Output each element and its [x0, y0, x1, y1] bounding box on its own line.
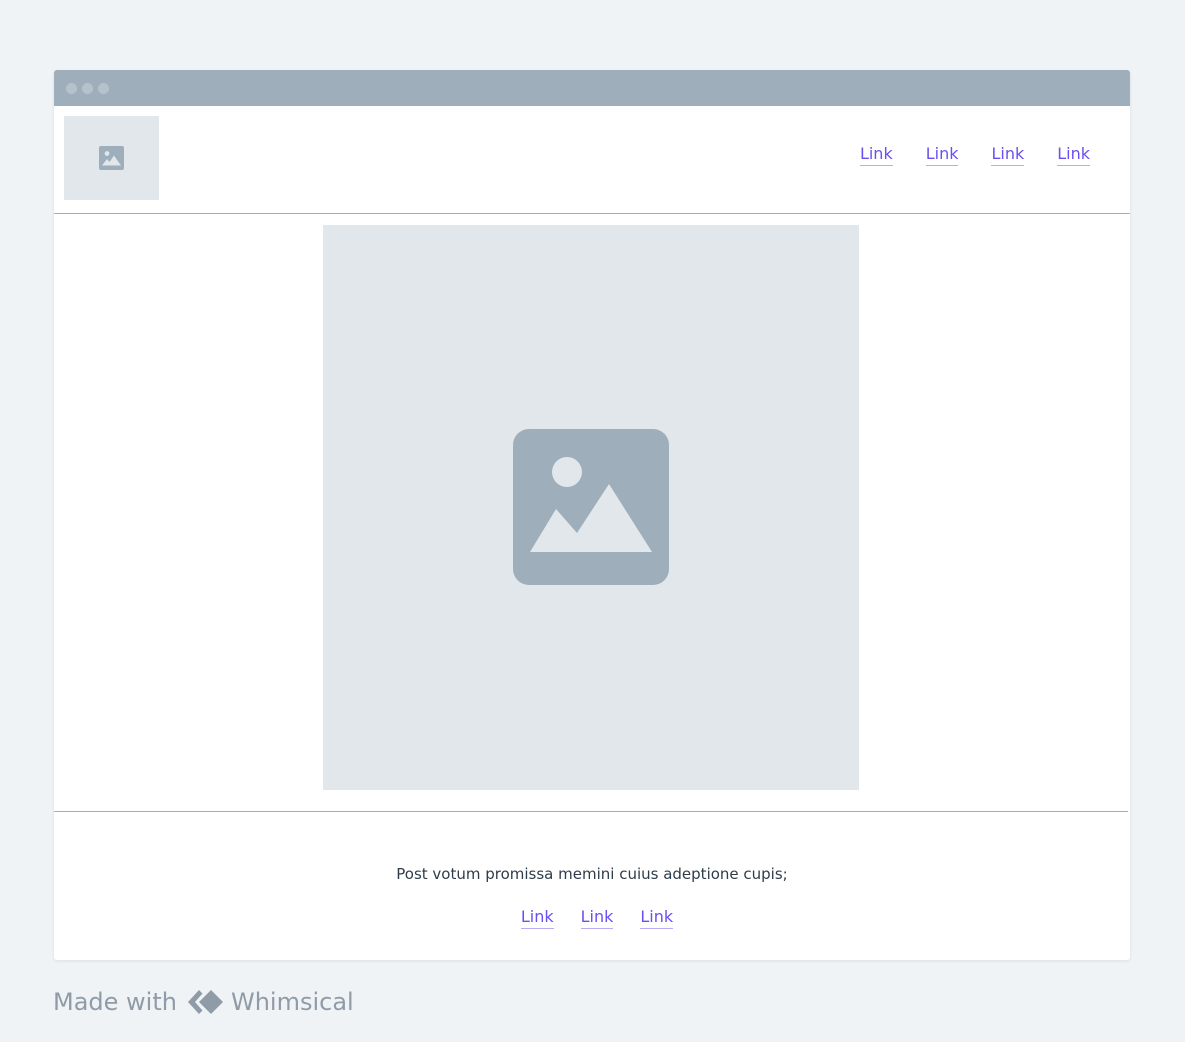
- footer-links: Link Link Link: [54, 907, 1130, 929]
- footer-link-3[interactable]: Link: [640, 907, 674, 929]
- made-with-badge[interactable]: Made with Whimsical: [53, 986, 354, 1018]
- nav-link-1[interactable]: Link: [859, 144, 893, 166]
- nav-link-3[interactable]: Link: [991, 144, 1025, 166]
- window-titlebar: [54, 70, 1130, 106]
- header-nav: Link Link Link Link: [859, 144, 1090, 166]
- whimsical-brand-name: Whimsical: [230, 988, 354, 1016]
- window-dot: [98, 83, 109, 94]
- browser-window: Link Link Link Link Post votum promissa …: [54, 70, 1130, 960]
- made-with-label: Made with: [53, 988, 177, 1016]
- window-dot: [82, 83, 93, 94]
- hero-image-placeholder: [323, 225, 859, 790]
- footer-link-1[interactable]: Link: [520, 907, 554, 929]
- canvas: Link Link Link Link Post votum promissa …: [0, 0, 1185, 1042]
- logo-placeholder[interactable]: [64, 116, 159, 200]
- image-placeholder-icon: [513, 429, 669, 585]
- nav-link-2[interactable]: Link: [925, 144, 959, 166]
- nav-link-4[interactable]: Link: [1057, 144, 1090, 166]
- image-placeholder-icon: [99, 146, 124, 170]
- footer-divider: [54, 811, 1128, 812]
- site-header: Link Link Link Link: [54, 106, 1130, 214]
- whimsical-logo-icon: [187, 990, 223, 1014]
- footer-link-2[interactable]: Link: [580, 907, 614, 929]
- window-dot: [66, 83, 77, 94]
- footer-text: Post votum promissa memini cuius adeptio…: [396, 865, 788, 883]
